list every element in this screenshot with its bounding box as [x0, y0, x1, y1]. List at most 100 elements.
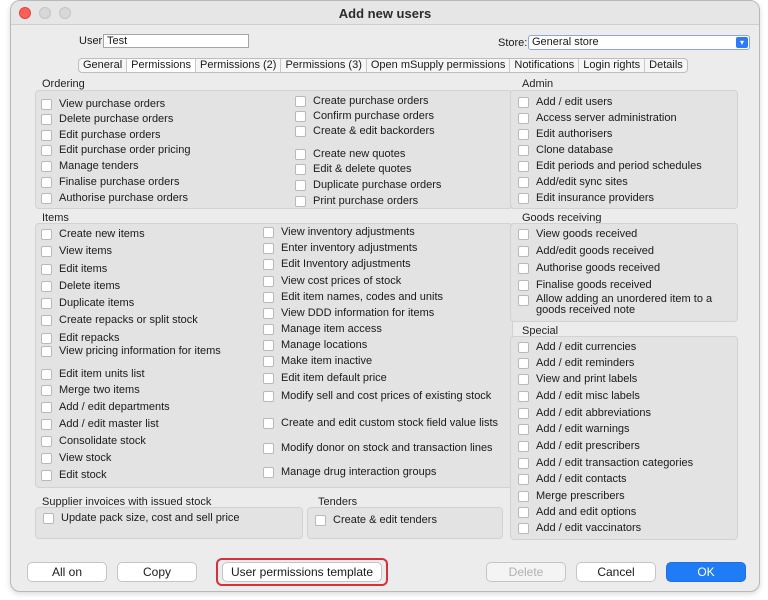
checkbox-box[interactable]: [518, 97, 529, 108]
permission-checkbox[interactable]: Finalise goods received: [518, 279, 652, 292]
permission-checkbox[interactable]: Duplicate purchase orders: [295, 179, 441, 192]
checkbox-box[interactable]: [518, 295, 529, 306]
permission-checkbox[interactable]: Consolidate stock: [41, 435, 146, 448]
delete-button[interactable]: Delete: [486, 562, 566, 582]
permission-checkbox[interactable]: Access server administration: [518, 112, 677, 125]
permission-checkbox[interactable]: Add / edit transaction categories: [518, 457, 693, 470]
tab-login-rights[interactable]: Login rights: [579, 59, 646, 72]
permission-checkbox[interactable]: Allow adding an unordered item to a good…: [518, 294, 736, 316]
checkbox-box[interactable]: [295, 96, 306, 107]
permission-checkbox[interactable]: Edit authorisers: [518, 128, 612, 141]
permission-checkbox[interactable]: Enter inventory adjustments: [263, 242, 417, 255]
tab-open-msupply-permissions[interactable]: Open mSupply permissions: [367, 59, 511, 72]
checkbox-box[interactable]: [518, 458, 529, 469]
permission-checkbox[interactable]: Edit items: [41, 263, 107, 276]
permission-checkbox[interactable]: Finalise purchase orders: [41, 176, 179, 189]
permission-checkbox[interactable]: View and print labels: [518, 373, 637, 386]
tab-permissions[interactable]: Permissions: [127, 59, 197, 72]
checkbox-box[interactable]: [41, 114, 52, 125]
permission-checkbox[interactable]: Edit item names, codes and units: [263, 291, 443, 304]
permission-checkbox[interactable]: Add / edit master list: [41, 418, 159, 431]
checkbox-box[interactable]: [263, 391, 274, 402]
checkbox-box[interactable]: [263, 356, 274, 367]
ok-button[interactable]: OK: [666, 562, 746, 582]
permission-checkbox[interactable]: Add / edit departments: [41, 401, 170, 414]
permission-checkbox[interactable]: Create purchase orders: [295, 95, 429, 108]
permission-checkbox[interactable]: Edit insurance providers: [518, 192, 654, 205]
checkbox-box[interactable]: [41, 99, 52, 110]
checkbox-box[interactable]: [518, 391, 529, 402]
permission-checkbox[interactable]: Add / edit prescribers: [518, 440, 640, 453]
permission-checkbox[interactable]: Confirm purchase orders: [295, 110, 434, 123]
checkbox-box[interactable]: [518, 491, 529, 502]
permission-checkbox[interactable]: Create & edit tenders: [315, 514, 437, 527]
checkbox-box[interactable]: [41, 333, 52, 344]
checkbox-box[interactable]: [518, 358, 529, 369]
checkbox-box[interactable]: [295, 149, 306, 160]
checkbox-box[interactable]: [41, 130, 52, 141]
checkbox-box[interactable]: [518, 280, 529, 291]
checkbox-box[interactable]: [295, 196, 306, 207]
permission-checkbox[interactable]: Edit periods and period schedules: [518, 160, 702, 173]
checkbox-box[interactable]: [315, 515, 326, 526]
permission-checkbox[interactable]: Authorise purchase orders: [41, 192, 188, 205]
checkbox-box[interactable]: [295, 164, 306, 175]
checkbox-box[interactable]: [41, 436, 52, 447]
tab-permissions-2[interactable]: Permissions (2): [196, 59, 282, 72]
permission-checkbox[interactable]: Create repacks or split stock: [41, 314, 198, 327]
checkbox-box[interactable]: [518, 161, 529, 172]
permission-checkbox[interactable]: View pricing information for items: [41, 345, 221, 358]
tab-details[interactable]: Details: [645, 59, 687, 72]
permission-checkbox[interactable]: Duplicate items: [41, 297, 134, 310]
checkbox-box[interactable]: [41, 470, 52, 481]
checkbox-box[interactable]: [263, 373, 274, 384]
permission-checkbox[interactable]: Add / edit users: [518, 96, 612, 109]
all-on-button[interactable]: All on: [27, 562, 107, 582]
checkbox-box[interactable]: [41, 281, 52, 292]
checkbox-box[interactable]: [43, 513, 54, 524]
permission-checkbox[interactable]: Update pack size, cost and sell price: [43, 512, 240, 525]
permission-checkbox[interactable]: Add / edit misc labels: [518, 390, 640, 403]
checkbox-box[interactable]: [263, 227, 274, 238]
permission-checkbox[interactable]: View cost prices of stock: [263, 275, 401, 288]
permission-checkbox[interactable]: Merge two items: [41, 384, 140, 397]
checkbox-box[interactable]: [41, 369, 52, 380]
permission-checkbox[interactable]: Add / edit reminders: [518, 357, 634, 370]
cancel-button[interactable]: Cancel: [576, 562, 656, 582]
permission-checkbox[interactable]: Clone database: [518, 144, 613, 157]
checkbox-box[interactable]: [263, 243, 274, 254]
permission-checkbox[interactable]: Add / edit warnings: [518, 423, 630, 436]
checkbox-box[interactable]: [263, 259, 274, 270]
checkbox-box[interactable]: [263, 276, 274, 287]
checkbox-box[interactable]: [518, 145, 529, 156]
checkbox-box[interactable]: [295, 126, 306, 137]
permission-checkbox[interactable]: Edit item units list: [41, 368, 145, 381]
checkbox-box[interactable]: [263, 308, 274, 319]
permission-checkbox[interactable]: Add/edit sync sites: [518, 176, 628, 189]
permission-checkbox[interactable]: Add / edit currencies: [518, 341, 636, 354]
permission-checkbox[interactable]: Manage item access: [263, 323, 382, 336]
permission-checkbox[interactable]: Edit Inventory adjustments: [263, 258, 411, 271]
checkbox-box[interactable]: [41, 193, 52, 204]
tab-general[interactable]: General: [79, 59, 128, 72]
user-permissions-template-button[interactable]: User permissions template: [222, 562, 382, 582]
permission-checkbox[interactable]: View purchase orders: [41, 98, 165, 111]
checkbox-box[interactable]: [41, 346, 52, 357]
copy-button[interactable]: Copy: [117, 562, 197, 582]
permission-checkbox[interactable]: Make item inactive: [263, 355, 372, 368]
checkbox-box[interactable]: [263, 418, 274, 429]
checkbox-box[interactable]: [518, 229, 529, 240]
checkbox-box[interactable]: [518, 193, 529, 204]
checkbox-box[interactable]: [41, 246, 52, 257]
store-select[interactable]: General store ▾: [528, 35, 750, 50]
permission-checkbox[interactable]: Print purchase orders: [295, 195, 418, 208]
permission-checkbox[interactable]: View goods received: [518, 228, 637, 241]
checkbox-box[interactable]: [41, 385, 52, 396]
permission-checkbox[interactable]: Add / edit abbreviations: [518, 407, 651, 420]
permission-checkbox[interactable]: Create and edit custom stock field value…: [263, 417, 498, 430]
checkbox-box[interactable]: [518, 129, 529, 140]
permission-checkbox[interactable]: View stock: [41, 452, 111, 465]
permission-checkbox[interactable]: Edit & delete quotes: [295, 163, 411, 176]
permission-checkbox[interactable]: Manage drug interaction groups: [263, 466, 436, 479]
checkbox-box[interactable]: [41, 145, 52, 156]
